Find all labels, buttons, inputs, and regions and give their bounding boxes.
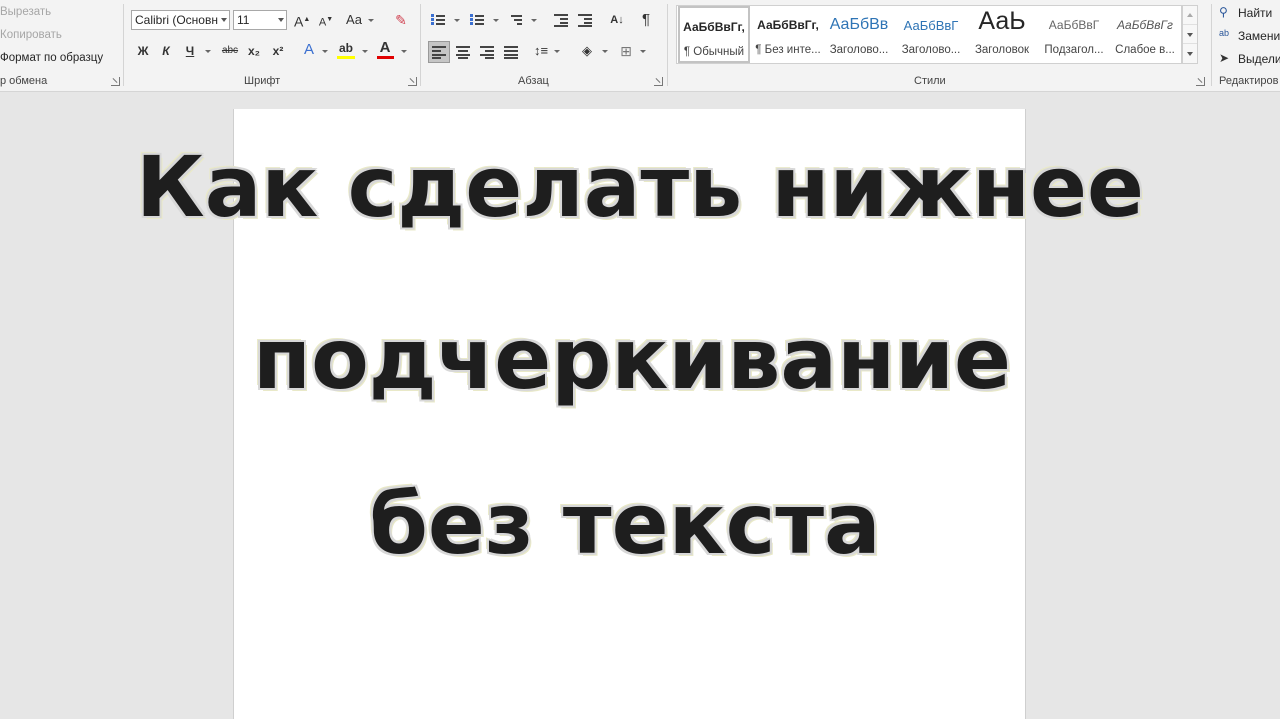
overlay-title-line-1: Как сделать нижнее [136,138,1144,236]
style-sample: АаЬ [978,7,1026,35]
change-case-caret-icon[interactable] [368,19,374,22]
search-icon: ⚲ [1219,5,1228,19]
font-launcher-icon[interactable] [408,77,417,86]
editing-group-label: Редактиров [1219,75,1279,87]
style-title[interactable]: АаЬ Заголовок [966,6,1038,63]
borders-icon[interactable]: ⊞ [617,41,635,61]
bullets-icon[interactable] [431,14,445,26]
select-button[interactable]: Выдели [1238,52,1280,66]
styles-scroll-down-icon[interactable] [1183,25,1197,44]
styles-scroll-up-icon[interactable] [1183,6,1197,25]
clipboard-group: Вырезать Копировать Формат по образцу р … [0,0,122,92]
font-name-select[interactable]: Calibri (Основн [131,10,230,30]
font-color-swatch [377,56,394,59]
align-center-icon[interactable] [456,46,470,59]
numbering-caret-icon[interactable] [493,19,499,22]
align-left-icon[interactable] [432,46,446,59]
style-name: Заголово... [901,44,961,56]
font-name-value: Calibri (Основн [135,13,218,27]
styles-launcher-icon[interactable] [1196,77,1205,86]
style-heading-1[interactable]: АаБбВв Заголово... [823,6,895,63]
overlay-title-line-2: подчеркивание [253,310,1011,408]
show-marks-button[interactable]: ¶ [638,10,654,30]
find-button[interactable]: Найти [1238,6,1272,20]
style-sample: АаБбВвГг, [683,20,745,34]
paragraph-launcher-icon[interactable] [654,77,663,86]
group-divider [1211,4,1212,86]
strikethrough-button[interactable]: abc [219,41,241,61]
highlight-caret-icon[interactable] [362,50,368,53]
styles-gallery: АаБбВвГг, ¶ Обычный АаБбВвГг, ¶ Без инте… [676,5,1182,64]
borders-caret-icon[interactable] [640,50,646,53]
styles-group-label: Стили [914,75,946,87]
sort-icon[interactable]: A↓ [608,10,626,30]
font-size-select[interactable]: 11 [233,10,287,30]
multilevel-caret-icon[interactable] [531,19,537,22]
line-spacing-caret-icon[interactable] [554,50,560,53]
style-no-spacing[interactable]: АаБбВвГг, ¶ Без инте... [752,6,824,63]
change-case-button[interactable]: Aa [344,10,364,30]
font-color-caret-icon[interactable] [401,50,407,53]
superscript-button[interactable]: x² [269,41,287,61]
replace-icon: ab [1219,28,1230,38]
styles-scroll[interactable] [1182,5,1198,64]
align-right-icon[interactable] [480,46,494,59]
style-sample: АаБбВвГг [1117,18,1173,32]
increase-indent-icon[interactable] [578,14,592,27]
font-group: Calibri (Основн 11 A▲ A▼ Aa ✎ Ж К Ч abc … [124,0,419,92]
justify-icon[interactable] [504,46,518,59]
format-painter-button[interactable]: Формат по образцу [0,52,103,64]
style-sample: АаБбВвГ [903,18,959,33]
style-name: ¶ Обычный [683,46,745,58]
paragraph-group: A↓ ¶ ↕≡ ◈ ⊞ Абзац [421,0,666,92]
style-name: Слабое в... [1115,44,1175,56]
replace-button[interactable]: Замени [1238,29,1280,43]
clipboard-launcher-icon[interactable] [111,77,120,86]
style-name: ¶ Без инте... [755,44,821,56]
shading-caret-icon[interactable] [602,50,608,53]
italic-button[interactable]: К [158,41,174,61]
text-effects-caret-icon[interactable] [322,50,328,53]
overlay-title-line-3: без текста [369,475,881,573]
style-sample: АаБбВвГ [1048,18,1100,32]
decrease-indent-icon[interactable] [554,14,568,27]
group-divider [667,4,668,86]
style-name: Заголовок [974,44,1030,56]
text-effects-button[interactable]: A [301,40,317,60]
style-subtle-emphasis[interactable]: АаБбВвГг Слабое в... [1109,6,1181,63]
styles-more-icon[interactable] [1183,44,1197,63]
select-cursor-icon: ➤ [1219,51,1230,65]
underline-button[interactable]: Ч [182,41,198,61]
style-name: Заголово... [829,44,889,56]
line-spacing-icon[interactable]: ↕≡ [532,41,550,61]
grow-font-button[interactable]: A▲ [294,10,310,30]
highlight-color-swatch [337,56,355,59]
underline-caret-icon[interactable] [205,50,211,53]
subscript-button[interactable]: x₂ [245,41,263,61]
style-normal[interactable]: АаБбВвГг, ¶ Обычный [678,6,750,63]
font-color-button[interactable]: A [377,38,393,58]
bullets-caret-icon[interactable] [454,19,460,22]
numbering-icon[interactable] [470,14,484,26]
style-name: Подзагол... [1044,44,1104,56]
ribbon: Вырезать Копировать Формат по образцу р … [0,0,1280,92]
cut-button[interactable]: Вырезать [0,6,51,18]
copy-button[interactable]: Копировать [0,29,62,41]
shrink-font-button[interactable]: A▼ [318,10,334,30]
clipboard-group-label: р обмена [0,75,48,87]
style-sample: АаБбВв [829,16,889,33]
style-heading-2[interactable]: АаБбВвГ Заголово... [895,6,967,63]
font-group-label: Шрифт [244,75,281,87]
highlight-button[interactable]: ab [336,38,356,58]
multilevel-list-icon[interactable] [508,14,522,26]
style-subtitle[interactable]: АаБбВвГ Подзагол... [1038,6,1110,63]
font-size-value: 11 [237,13,250,27]
paragraph-group-label: Абзац [518,75,549,87]
clear-formatting-icon[interactable]: ✎ [392,10,410,30]
style-sample: АаБбВвГг, [757,18,819,32]
shading-icon[interactable]: ◈ [578,41,596,61]
bold-button[interactable]: Ж [135,41,151,61]
